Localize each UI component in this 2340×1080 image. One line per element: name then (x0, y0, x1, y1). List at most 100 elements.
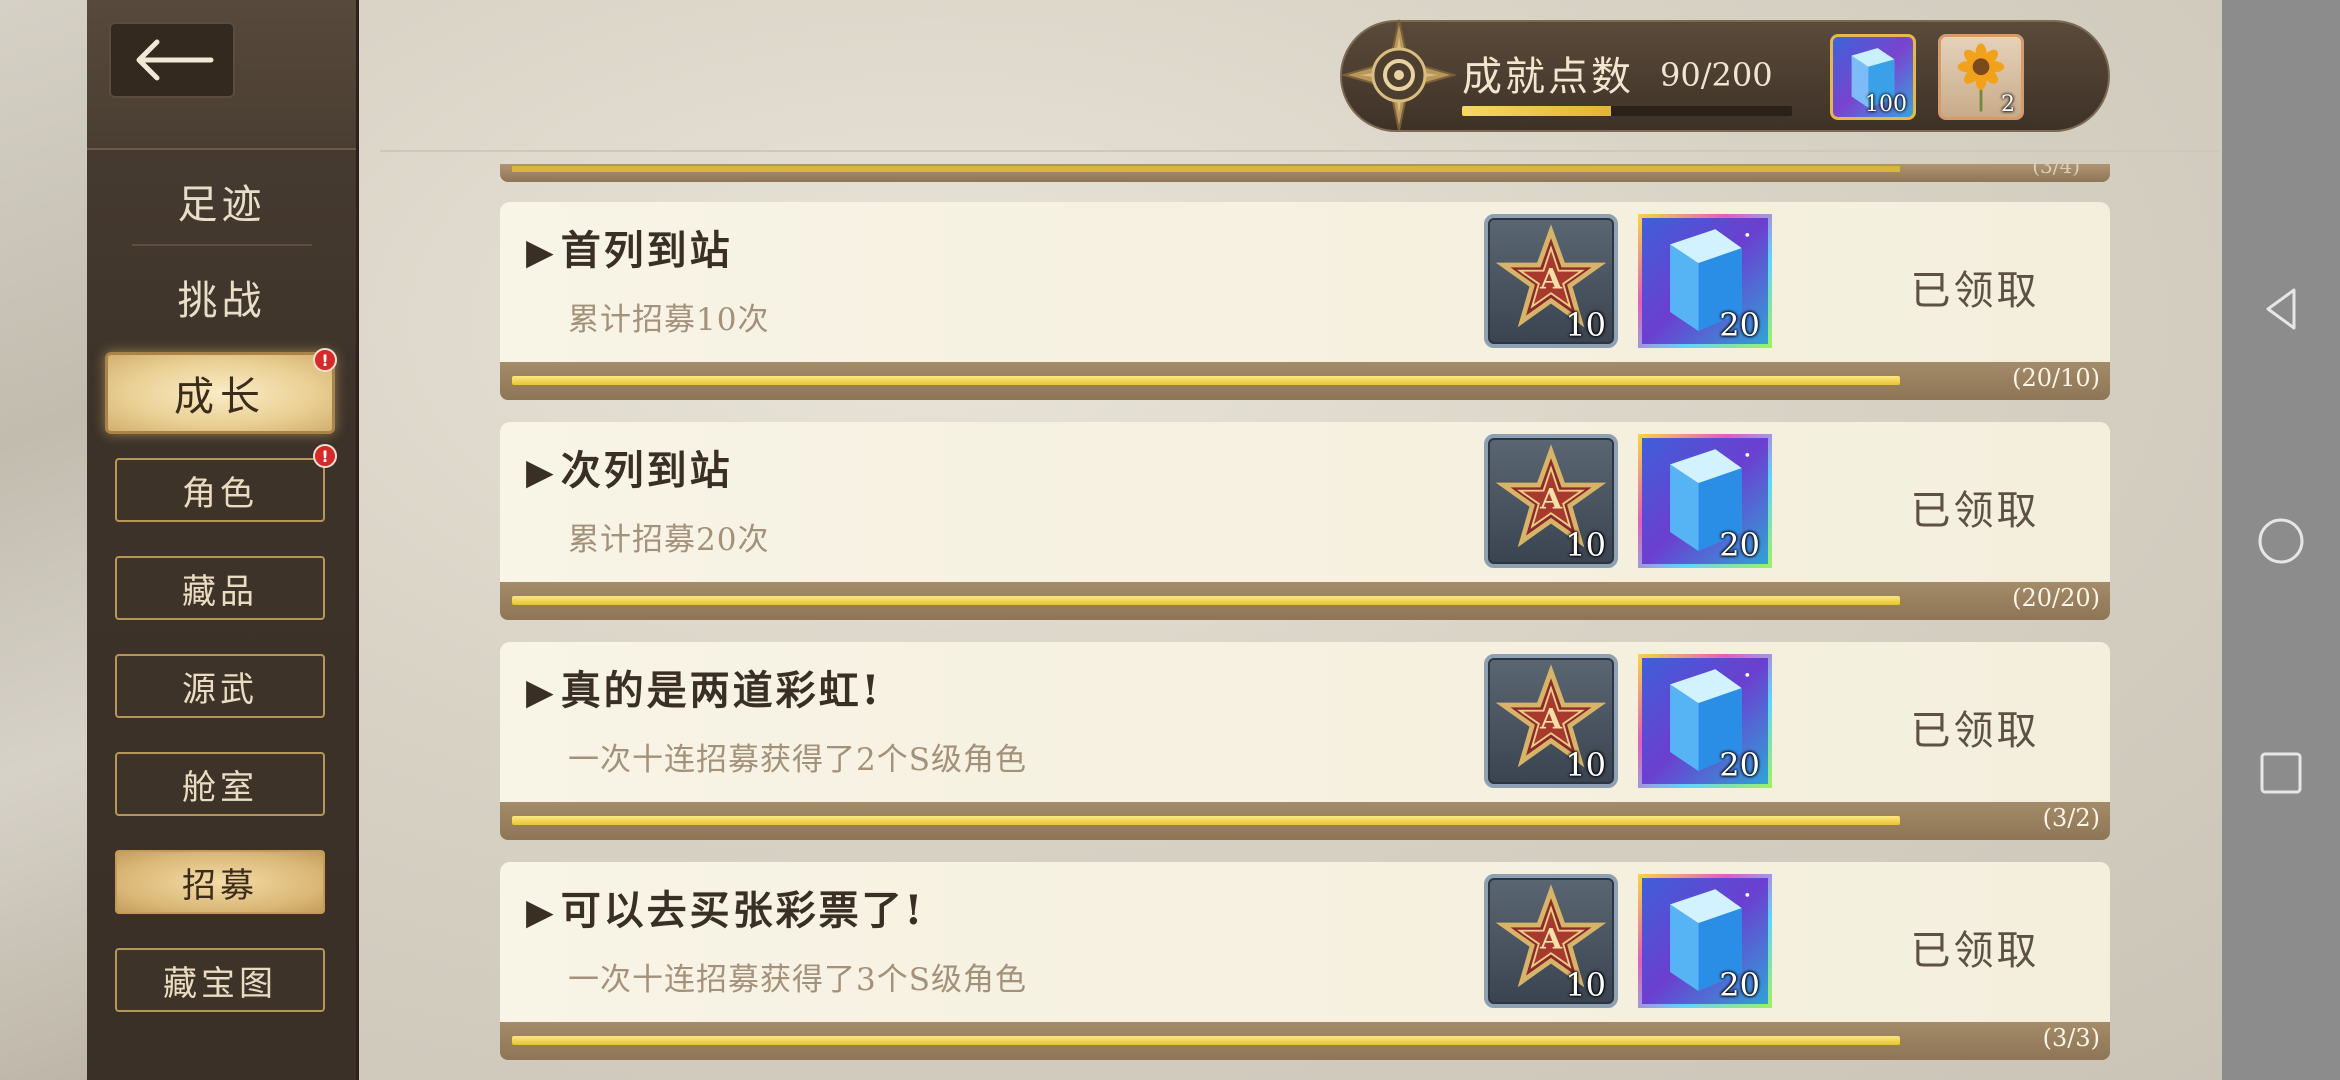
card-footer: (3/2) (500, 802, 2110, 840)
achievement-description: 一次十连招募获得了3个S级角色 (568, 962, 1027, 998)
subnav-item-label: 招募 (182, 865, 258, 906)
reward-item[interactable]: A 10 (1484, 434, 1618, 568)
svg-text:A: A (1539, 923, 1563, 956)
card-body: ▶ 次列到站 累计招募20次 A 10 20 已领取 (500, 422, 2110, 584)
card-progress-fill (512, 596, 1900, 605)
subnav-item-treasure-map[interactable]: 藏宝图 (115, 948, 325, 1012)
compass-emblem-icon (1342, 19, 1456, 131)
reward-count: 20 (1719, 746, 1760, 784)
nav-item-growth[interactable]: 成长 (105, 352, 335, 434)
achievement-card: ▶ 首列到站 累计招募10次 A 10 20 已领取 (20/10) (500, 202, 2110, 400)
reward-item[interactable]: 20 (1638, 214, 1772, 348)
card-body: ▶ 可以去买张彩票了! 一次十连招募获得了3个S级角色 A 10 20 已领取 (500, 862, 2110, 1024)
achievement-card: ▶ 真的是两道彩虹! 一次十连招募获得了2个S级角色 A 10 20 已领取 (… (500, 642, 2110, 840)
achievement-points-value: 90/200 (1660, 56, 1773, 94)
subnav-item-recruit[interactable]: 招募 (115, 850, 325, 914)
subnav-item-label: 舱室 (182, 767, 258, 808)
nav-item-challenge[interactable]: 挑战 (87, 268, 356, 326)
card-progress-bar (512, 596, 1900, 605)
notification-badge: ! (313, 444, 337, 468)
triangle-marker-icon: ▶ (526, 231, 557, 273)
reward-item[interactable]: 100 (1830, 34, 1916, 120)
claimed-status: 已领取 (1910, 708, 2040, 754)
back-triangle-icon[interactable] (2256, 284, 2306, 334)
achievement-points-bar: 成就点数 90/200 100 2 (1340, 19, 2110, 132)
reward-item[interactable]: 2 (1938, 34, 2024, 120)
subnav-item-label: 角色 (182, 473, 258, 514)
achievement-progress-fill (1462, 106, 1611, 116)
claimed-status: 已领取 (1910, 928, 2040, 974)
card-progress-fill (512, 816, 1900, 825)
triangle-marker-icon: ▶ (526, 671, 557, 713)
nav-item-growth-label: 成长 (174, 374, 266, 420)
reward-item[interactable]: A 10 (1484, 214, 1618, 348)
triangle-marker-icon: ▶ (526, 451, 557, 493)
reward-item[interactable]: 20 (1638, 434, 1772, 568)
achievement-title-text: 真的是两道彩虹! (560, 667, 883, 714)
subnav-item-cabin[interactable]: 舱室 (115, 752, 325, 816)
card-progress-count: (20/10) (2012, 364, 2100, 392)
card-progress-bar (512, 816, 1900, 825)
triangle-marker-icon: ▶ (526, 891, 557, 933)
achievement-title: ▶ 真的是两道彩虹! (526, 658, 882, 716)
reward-count: 10 (1565, 526, 1606, 564)
achievement-title: ▶ 可以去买张彩票了! (526, 878, 925, 936)
claimed-status: 已领取 (1910, 268, 2040, 314)
achievement-description: 累计招募10次 (568, 302, 770, 338)
background-strip (0, 0, 87, 1080)
card-footer: (20/10) (500, 362, 2110, 400)
achievement-description: 一次十连招募获得了2个S级角色 (568, 742, 1027, 778)
card-progress-fill (512, 376, 1900, 385)
card-footer: (3/3) (500, 1022, 2110, 1060)
card-progress-count: (20/20) (2012, 584, 2100, 612)
subnav-item-label: 藏宝图 (163, 963, 277, 1004)
nav-item-footprint[interactable]: 足迹 (87, 172, 356, 230)
subnav-item-collection[interactable]: 藏品 (115, 556, 325, 620)
reward-count: 10 (1565, 746, 1606, 784)
achievement-title: ▶ 次列到站 (526, 438, 733, 496)
subnav-item-weapon[interactable]: 源武 (115, 654, 325, 718)
reward-count: 100 (1865, 92, 1907, 117)
reward-item[interactable]: A 10 (1484, 654, 1618, 788)
achievement-title-text: 可以去买张彩票了! (560, 887, 926, 934)
reward-item[interactable]: A 10 (1484, 874, 1618, 1008)
header-divider (380, 150, 2220, 152)
sidebar: 足迹 挑战 成长 ! 角色 ! 藏品 源武 舱室 招募 藏宝图 (87, 0, 359, 1080)
subnav-item-label: 藏品 (182, 571, 258, 612)
svg-text:A: A (1539, 263, 1563, 296)
notification-badge: ! (313, 348, 337, 372)
reward-count: 20 (1719, 966, 1760, 1004)
subnav-item-character[interactable]: 角色 (115, 458, 325, 522)
achievement-progress-bar (1462, 106, 1792, 116)
svg-text:A: A (1539, 703, 1563, 736)
card-progress-fill (512, 1036, 1900, 1045)
card-footer: (20/20) (500, 582, 2110, 620)
achievement-card: ▶ 可以去买张彩票了! 一次十连招募获得了3个S级角色 A 10 20 已领取 … (500, 862, 2110, 1060)
achievement-title: ▶ 首列到站 (526, 218, 733, 276)
card-body: ▶ 首列到站 累计招募10次 A 10 20 已领取 (500, 202, 2110, 364)
achievement-description: 累计招募20次 (568, 522, 770, 558)
svg-text:A: A (1539, 483, 1563, 516)
system-nav-bar (2222, 0, 2340, 1080)
card-body: ▶ 真的是两道彩虹! 一次十连招募获得了2个S级角色 A 10 20 已领取 (500, 642, 2110, 804)
reward-item[interactable]: 20 (1638, 654, 1772, 788)
achievement-card-partial: (3/4) (500, 154, 2110, 182)
card-progress-count: (3/3) (2042, 1024, 2100, 1052)
reward-item[interactable]: 20 (1638, 874, 1772, 1008)
back-arrow-icon (136, 39, 214, 81)
reward-count: 10 (1565, 306, 1606, 344)
reward-count: 2 (2001, 92, 2015, 117)
achievement-title-text: 次列到站 (560, 447, 733, 494)
claimed-status: 已领取 (1910, 488, 2040, 534)
reward-count: 20 (1719, 526, 1760, 564)
recents-square-icon[interactable] (2256, 748, 2306, 798)
nav-divider (132, 244, 312, 246)
back-button[interactable] (109, 22, 235, 98)
home-circle-icon[interactable] (2256, 516, 2306, 566)
reward-count: 10 (1565, 966, 1606, 1004)
achievement-card: ▶ 次列到站 累计招募20次 A 10 20 已领取 (20/20) (500, 422, 2110, 620)
card-progress-bar (512, 376, 1900, 385)
card-progress-count: (3/4) (2032, 154, 2080, 178)
subnav-item-label: 源武 (182, 669, 258, 710)
achievement-title-text: 首列到站 (560, 227, 733, 274)
